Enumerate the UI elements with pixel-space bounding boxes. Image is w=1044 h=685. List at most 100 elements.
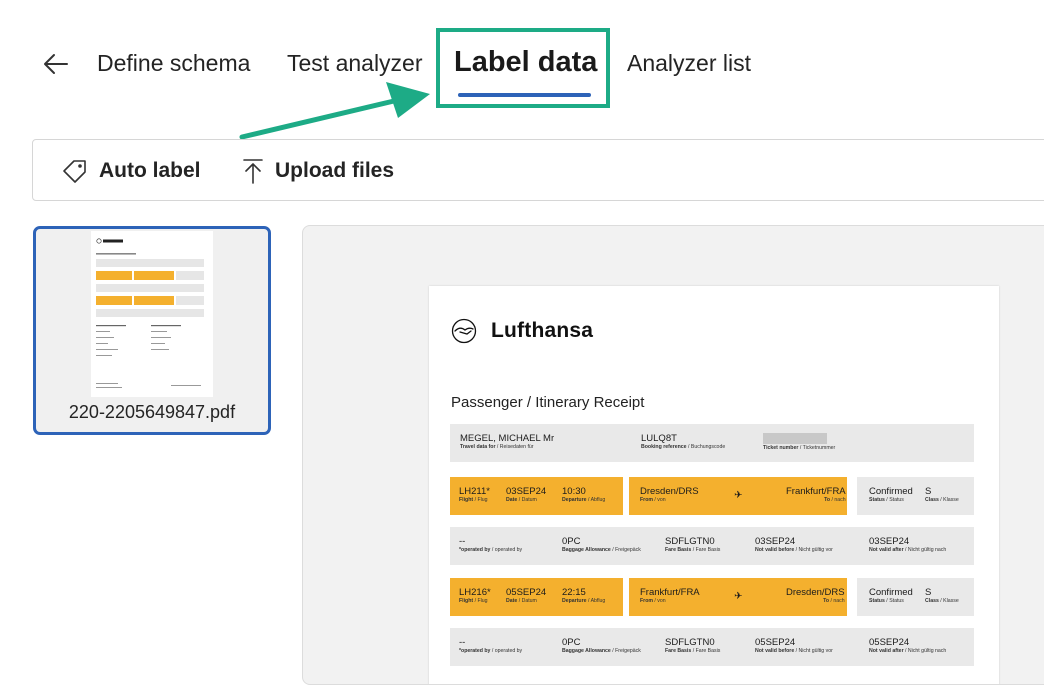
departure-key-alt: Abflug <box>590 598 606 604</box>
departure-value: 10:30 <box>562 486 586 497</box>
tab-define-schema[interactable]: Define schema <box>97 50 250 77</box>
document-page: Lufthansa Passenger / Itinerary Receipt … <box>429 286 999 684</box>
operated-by-key: *operated by <box>459 648 491 654</box>
class-field[interactable]: S Class / Klasse <box>925 486 959 504</box>
flight-number-value: LH211* <box>459 486 490 497</box>
not-valid-after-value: 05SEP24 <box>869 637 910 648</box>
departure-field[interactable]: 22:15 Departure / Abflug <box>562 587 605 605</box>
annotation-highlight-box <box>436 28 610 108</box>
passenger-field[interactable]: MEGEL, MICHAEL Mr Travel data for / Reis… <box>460 433 554 451</box>
status-field[interactable]: Confirmed Status / Status <box>869 587 913 605</box>
passenger-row: MEGEL, MICHAEL Mr Travel data for / Reis… <box>450 424 974 462</box>
fare-row-1: -- *operated by / operated by 0PC Baggag… <box>450 527 974 565</box>
from-key-alt: von <box>657 497 666 503</box>
baggage-value: 0PC <box>562 637 581 648</box>
from-key: From <box>640 497 653 503</box>
fare-basis-field[interactable]: SDFLGTN0 Fare Basis / Fare Basis <box>665 536 720 554</box>
ticket-field[interactable]: Ticket number / Ticketnummer <box>763 445 835 452</box>
airplane-icon: ✈ <box>734 591 743 602</box>
top-nav: Define schema Test analyzer Label data A… <box>0 0 1044 120</box>
date-field[interactable]: 03SEP24 Date / Datum <box>506 486 546 504</box>
date-field[interactable]: 05SEP24 Date / Datum <box>506 587 546 605</box>
status-key: Status <box>869 598 885 604</box>
operated-by-value: -- <box>459 536 466 547</box>
to-key-alt: nach <box>833 598 845 604</box>
class-key-alt: Klasse <box>943 598 959 604</box>
fare-basis-value: SDFLGTN0 <box>665 536 715 547</box>
flight-key: Flight <box>459 497 474 503</box>
crane-logo-icon <box>451 318 477 344</box>
date-key: Date <box>506 497 518 503</box>
booking-field[interactable]: LULQ8T Booking reference / Buchungscode <box>641 433 725 451</box>
from-field[interactable]: Frankfurt/FRA From / von <box>640 587 700 605</box>
departure-field[interactable]: 10:30 Departure / Abflug <box>562 486 605 504</box>
operated-by-field[interactable]: -- *operated by / operated by <box>459 536 522 554</box>
from-key: From <box>640 598 653 604</box>
status-key: Status <box>869 497 885 503</box>
to-field[interactable]: Frankfurt/FRA To / nach <box>786 486 846 504</box>
flight-number-value: LH216* <box>459 587 491 598</box>
operated-by-key: *operated by <box>459 547 491 553</box>
baggage-field[interactable]: 0PC Baggage Allowance / Freigepäck <box>562 536 641 554</box>
to-value: Dresden/DRS <box>786 587 845 598</box>
file-card[interactable]: 220-2205649847.pdf <box>33 226 271 435</box>
flight-number-field[interactable]: LH216* Flight / Flug <box>459 587 491 605</box>
flight-key: Flight <box>459 598 474 604</box>
not-valid-before-key: Not valid before <box>755 547 795 553</box>
fare-basis-field[interactable]: SDFLGTN0 Fare Basis / Fare Basis <box>665 637 720 655</box>
not-valid-before-key-alt: Nicht gültig vor <box>798 547 833 553</box>
toolbar: Auto label Upload files <box>32 139 1044 201</box>
flight-row-2: LH216* Flight / Flug 05SEP24 Date / Datu… <box>450 578 974 616</box>
departure-key-alt: Abflug <box>590 497 606 503</box>
class-field[interactable]: S Class / Klasse <box>925 587 959 605</box>
not-valid-after-key: Not valid after <box>869 547 904 553</box>
file-name: 220-2205649847.pdf <box>68 402 236 422</box>
baggage-key: Baggage Allowance <box>562 547 611 553</box>
not-valid-before-field[interactable]: 03SEP24 Not valid before / Nicht gültig … <box>755 536 833 554</box>
document-viewer[interactable]: Lufthansa Passenger / Itinerary Receipt … <box>302 225 1044 685</box>
to-field[interactable]: Dresden/DRS To / nach <box>786 587 845 605</box>
class-key: Class <box>925 497 939 503</box>
flight-row-1: LH211* Flight / Flug 03SEP24 Date / Datu… <box>450 477 974 515</box>
to-key-alt: nach <box>834 497 846 503</box>
not-valid-after-value: 03SEP24 <box>869 536 910 547</box>
not-valid-after-field[interactable]: 03SEP24 Not valid after / Nicht gültig n… <box>869 536 946 554</box>
back-arrow-icon[interactable] <box>40 48 72 80</box>
not-valid-before-key-alt: Nicht gültig vor <box>798 648 833 654</box>
from-key-alt: von <box>657 598 666 604</box>
to-value: Frankfurt/FRA <box>786 486 846 497</box>
upload-files-button[interactable]: Upload files <box>241 152 394 190</box>
status-key-alt: Status <box>889 497 904 503</box>
airline-name: Lufthansa <box>491 319 594 342</box>
fare-basis-value: SDFLGTN0 <box>665 637 715 648</box>
baggage-key-alt: Freigepäck <box>615 648 641 654</box>
tab-test-analyzer[interactable]: Test analyzer <box>287 50 423 77</box>
not-valid-before-field[interactable]: 05SEP24 Not valid before / Nicht gültig … <box>755 637 833 655</box>
status-field[interactable]: Confirmed Status / Status <box>869 486 913 504</box>
not-valid-after-key-alt: Nicht gültig nach <box>907 648 947 654</box>
fare-basis-key-alt: Fare Basis <box>695 547 721 553</box>
tab-analyzer-list[interactable]: Analyzer list <box>627 50 751 77</box>
not-valid-before-value: 05SEP24 <box>755 637 796 648</box>
passenger-key: Travel data for <box>460 444 496 450</box>
booking-value: LULQ8T <box>641 433 677 444</box>
class-value: S <box>925 486 932 497</box>
auto-label-text: Auto label <box>99 159 201 182</box>
baggage-field[interactable]: 0PC Baggage Allowance / Freigepäck <box>562 637 641 655</box>
document-thumbnail <box>91 231 213 397</box>
departure-key: Departure <box>562 497 587 503</box>
from-value: Dresden/DRS <box>640 486 699 497</box>
baggage-key: Baggage Allowance <box>562 648 611 654</box>
fare-basis-key: Fare Basis <box>665 648 692 654</box>
flight-key-alt: Flug <box>477 497 488 503</box>
operated-by-field[interactable]: -- *operated by / operated by <box>459 637 522 655</box>
date-key-alt: Datum <box>521 598 537 604</box>
thumbnail-preview <box>96 238 204 388</box>
auto-label-button[interactable]: Auto label <box>61 152 201 190</box>
flight-number-field[interactable]: LH211* Flight / Flug <box>459 486 490 504</box>
class-value: S <box>925 587 932 598</box>
fare-row-2: -- *operated by / operated by 0PC Baggag… <box>450 628 974 666</box>
from-field[interactable]: Dresden/DRS From / von <box>640 486 699 504</box>
ticket-number-redacted <box>763 433 827 444</box>
not-valid-after-field[interactable]: 05SEP24 Not valid after / Nicht gültig n… <box>869 637 946 655</box>
